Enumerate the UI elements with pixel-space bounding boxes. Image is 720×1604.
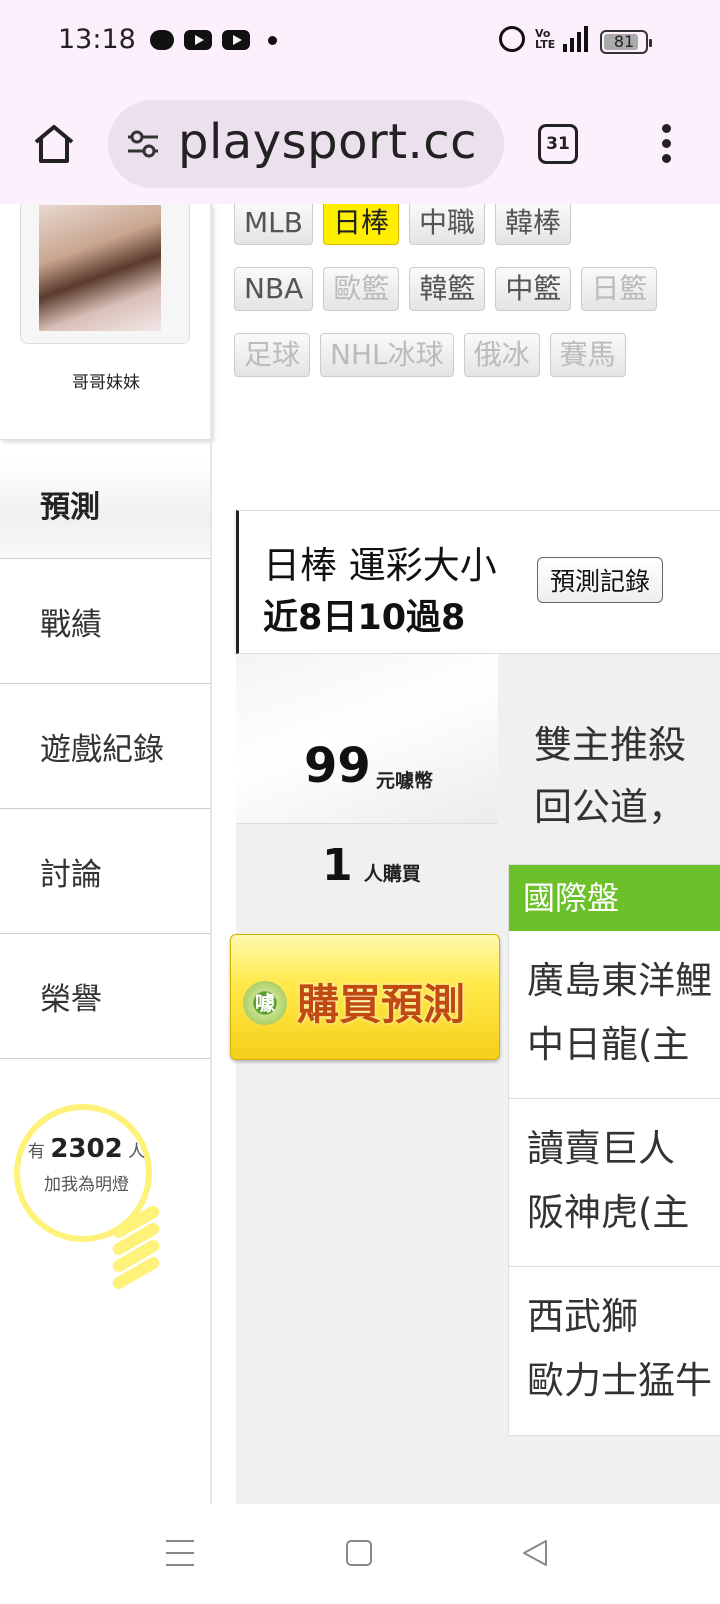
- league-tag[interactable]: 賽馬: [549, 333, 626, 377]
- browser-menu-icon[interactable]: [660, 124, 672, 164]
- sidebar-item-label: 討論: [40, 857, 102, 893]
- league-tag[interactable]: 中籃: [495, 267, 572, 311]
- prediction-record-summary: 近8日10過8: [263, 598, 466, 638]
- address-bar[interactable]: playsport.cc: [108, 100, 504, 188]
- coin-icon: 噱: [243, 981, 287, 1025]
- profile-card: 哥哥妹妹: [0, 204, 212, 440]
- sidebar-item-honors[interactable]: 榮譽: [0, 934, 211, 1059]
- url-text[interactable]: playsport.cc: [178, 114, 477, 170]
- sidebar-item-game-log[interactable]: 遊戲紀錄: [0, 684, 211, 809]
- league-tag[interactable]: 足球: [234, 333, 311, 377]
- league-tag[interactable]: 歐籃: [323, 267, 400, 311]
- status-bar: 13:18 Vo LTE 81: [0, 0, 720, 84]
- home-team: 歐力士猛牛: [527, 1359, 712, 1402]
- chat-icon: [150, 30, 174, 50]
- alarm-icon: [499, 26, 525, 52]
- analysis-line: 雙主推殺: [534, 723, 687, 767]
- sidebar-item-prediction[interactable]: 預測: [0, 460, 212, 560]
- follow-lightbulb[interactable]: 有 2302 人 加我為明燈: [14, 1104, 184, 1294]
- prediction-analysis: 雙主推殺 回公道，: [534, 714, 686, 838]
- league-tag-row: 足球 NHL冰球 俄冰 賽馬: [234, 322, 720, 388]
- main-column: MLB 日棒 中職 韓棒 NBA 歐籃 韓籃 中籃 日籃 足球 NHL冰球 俄冰…: [212, 204, 720, 1504]
- price-unit: 元噱幣: [376, 770, 434, 792]
- games-table: 國際盤 廣島東洋鯉 中日龍(主 讀賣巨人 阪神虎(主 西武獅 歐力士猛牛: [508, 864, 720, 1436]
- youtube-icon: [222, 30, 250, 50]
- sidebar-item-label: 預測: [40, 490, 100, 525]
- prediction-record-button[interactable]: 預測記錄: [537, 557, 664, 603]
- page-content: 哥哥妹妹 預測 戰績 遊戲紀錄 討論 榮譽 有 2302 人 加我為明燈 MLB: [0, 204, 720, 1504]
- battery-icon: 81: [600, 30, 652, 54]
- buy-prediction-label: 購買預測: [297, 980, 466, 1029]
- league-tag[interactable]: MLB: [234, 204, 313, 245]
- league-tag-row: MLB 日棒 中職 韓棒: [234, 204, 720, 256]
- fans-count-line: 有 2302 人: [14, 1134, 159, 1164]
- table-row[interactable]: 西武獅 歐力士猛牛: [509, 1267, 720, 1435]
- league-tag[interactable]: 中職: [408, 204, 485, 245]
- sidebar-item-label: 遊戲紀錄: [40, 732, 164, 768]
- prediction-body: 99 元噱幣 1 人購買 噱 購買預測 雙主推殺 回公道， 國際盤 廣島東洋鯉 …: [230, 654, 720, 1504]
- analysis-line: 回公道，: [534, 785, 687, 829]
- away-team: 讀賣巨人: [527, 1127, 675, 1170]
- sidebar-item-record[interactable]: 戰績: [0, 559, 211, 684]
- site-settings-icon[interactable]: [126, 128, 160, 160]
- profile-sidebar: 哥哥妹妹 預測 戰績 遊戲紀錄 討論 榮譽 有 2302 人 加我為明燈: [0, 204, 212, 1504]
- buy-prediction-button[interactable]: 噱 購買預測: [230, 934, 500, 1060]
- avatar[interactable]: [39, 205, 161, 331]
- home-icon[interactable]: [32, 122, 76, 166]
- more-notifications-icon: [268, 35, 277, 45]
- avatar-frame: [20, 204, 190, 344]
- lightbulb-base-icon: [110, 1203, 162, 1292]
- back-icon[interactable]: [520, 1538, 550, 1568]
- volte-icon: Vo LTE: [535, 27, 556, 51]
- sidebar-nav: 戰績 遊戲紀錄 討論 榮譽: [0, 558, 212, 1059]
- league-tag[interactable]: 日棒: [322, 204, 399, 245]
- fans-label: 加我為明燈: [44, 1175, 129, 1195]
- league-tag[interactable]: NHL冰球: [320, 333, 454, 377]
- away-team: 西武獅: [527, 1295, 638, 1338]
- price-box: 99 元噱幣: [236, 654, 498, 824]
- tab-switcher-button[interactable]: 31: [538, 124, 578, 164]
- signal-icon: [563, 26, 588, 52]
- fans-count: 2302: [50, 1134, 123, 1164]
- browser-toolbar: playsport.cc 31: [0, 84, 720, 204]
- home-team: 阪神虎(主: [527, 1191, 690, 1234]
- table-row[interactable]: 讀賣巨人 阪神虎(主: [509, 1099, 720, 1267]
- system-icons: Vo LTE: [499, 26, 588, 52]
- league-tag-row: NBA 歐籃 韓籃 中籃 日籃: [234, 256, 720, 322]
- prediction-title: 日棒 運彩大小: [263, 544, 497, 587]
- league-tag[interactable]: 韓棒: [495, 204, 572, 245]
- league-tag[interactable]: NBA: [234, 267, 314, 311]
- sidebar-item-label: 榮譽: [40, 982, 102, 1018]
- status-time: 13:18: [58, 24, 136, 55]
- prediction-header: 日棒 運彩大小 近8日10過8 預測記錄: [236, 510, 720, 654]
- league-tag[interactable]: 日籃: [581, 267, 658, 311]
- notification-icons: [150, 30, 277, 50]
- buyers-label: 人購買: [363, 863, 421, 885]
- system-nav-bar: [0, 1504, 720, 1604]
- table-row[interactable]: 廣島東洋鯉 中日龍(主: [509, 931, 720, 1099]
- fans-suffix: 人: [128, 1142, 146, 1162]
- profile-name[interactable]: 哥哥妹妹: [0, 368, 212, 393]
- league-tag[interactable]: 韓籃: [409, 267, 486, 311]
- battery-level: 81: [613, 32, 635, 51]
- sidebar-item-discussion[interactable]: 討論: [0, 809, 211, 934]
- home-nav-icon[interactable]: [346, 1540, 372, 1566]
- buyers-count: 1 人購買: [322, 840, 421, 891]
- youtube-icon: [184, 30, 212, 50]
- recent-apps-icon[interactable]: [166, 1540, 194, 1566]
- league-tags: MLB 日棒 中職 韓棒 NBA 歐籃 韓籃 中籃 日籃 足球 NHL冰球 俄冰…: [234, 204, 720, 388]
- price-value: 99: [304, 738, 371, 794]
- home-team: 中日龍(主: [527, 1023, 690, 1066]
- away-team: 廣島東洋鯉: [527, 959, 712, 1002]
- buyers-value: 1: [322, 840, 353, 891]
- market-header: 國際盤: [509, 865, 720, 931]
- league-tag[interactable]: 俄冰: [463, 333, 540, 377]
- fans-prefix: 有: [27, 1142, 45, 1162]
- sidebar-item-label: 戰績: [40, 607, 102, 643]
